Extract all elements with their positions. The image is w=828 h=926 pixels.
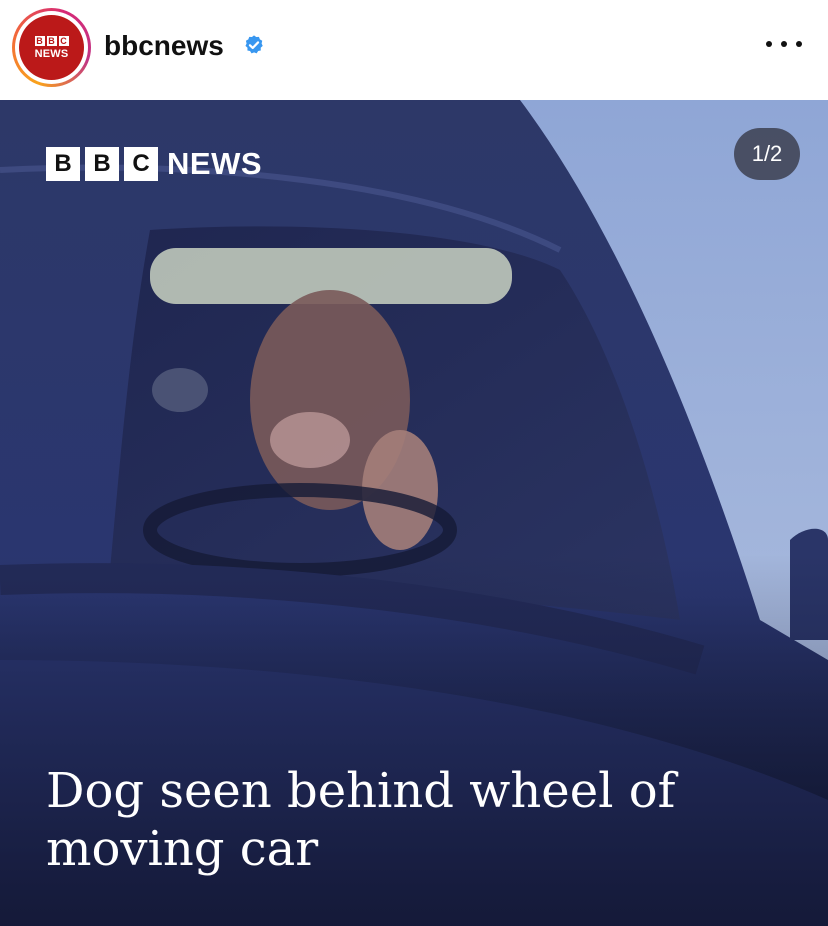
logo-block: C — [124, 147, 158, 181]
avatar-logo-block: B — [46, 35, 57, 46]
slide-counter: 1/2 — [734, 128, 800, 180]
username-link[interactable]: bbcnews — [104, 30, 224, 62]
logo-block: B — [85, 147, 119, 181]
avatar-logo-word: NEWS — [34, 47, 69, 60]
image-headline: Dog seen behind wheel of moving car — [46, 763, 676, 877]
logo-word: NEWS — [167, 146, 262, 181]
avatar-logo-block: B — [34, 35, 45, 46]
post-image[interactable]: B B C NEWS 1/2 Dog seen behind wheel of … — [0, 100, 828, 926]
more-options-icon[interactable] — [766, 32, 802, 56]
post-header: B B C NEWS bbcnews — [0, 0, 828, 100]
story-ring[interactable]: B B C NEWS — [12, 8, 91, 87]
avatar-logo: B B C — [34, 35, 69, 46]
avatar-logo-block: C — [58, 35, 69, 46]
verified-badge-icon — [245, 35, 263, 54]
bbc-news-logo: B B C NEWS — [46, 146, 262, 181]
avatar[interactable]: B B C NEWS — [19, 15, 84, 80]
logo-block: B — [46, 147, 80, 181]
